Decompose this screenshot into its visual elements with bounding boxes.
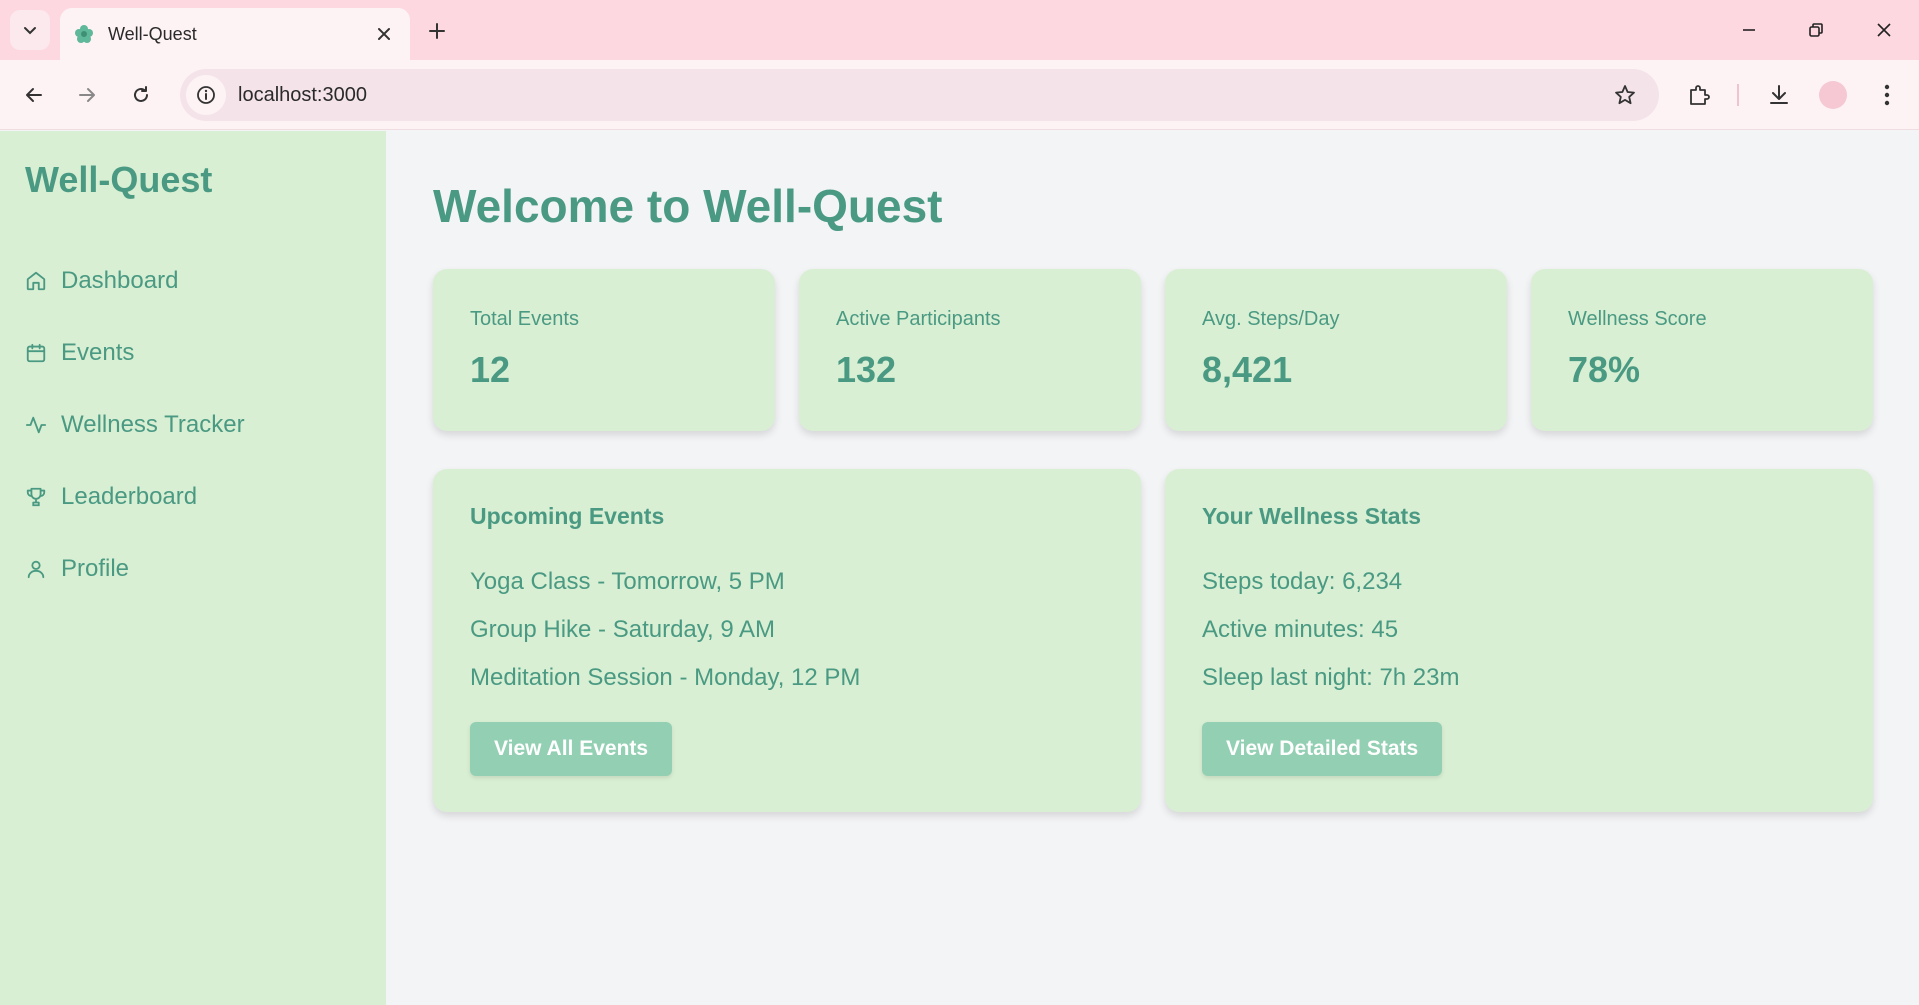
sidebar-item-label: Wellness Tracker <box>61 411 245 438</box>
stat-value: 8,421 <box>1202 349 1293 390</box>
reload-icon <box>134 86 148 102</box>
browser-tab-strip: Well-Quest <box>0 0 1919 60</box>
stat-label: Avg. Steps/Day <box>1202 308 1340 330</box>
stat-label: Wellness Score <box>1568 308 1707 330</box>
sidebar-item-label: Dashboard <box>61 267 179 294</box>
event-item: Meditation Session - Monday, 12 PM <box>470 664 861 691</box>
stat-value: 132 <box>836 349 897 390</box>
profile-button[interactable] <box>1813 75 1853 115</box>
trophy-icon <box>26 487 46 507</box>
event-item: Yoga Class - Tomorrow, 5 PM <box>470 568 785 595</box>
stat-card-avg-steps: Avg. Steps/Day 8,421 <box>1165 269 1507 431</box>
browser-toolbar: localhost:3000 <box>0 60 1919 130</box>
view-all-events-button[interactable]: View All Events <box>470 722 673 776</box>
sidebar-item-profile[interactable]: Profile <box>25 549 129 589</box>
sidebar-item-dashboard[interactable]: Dashboard <box>25 261 178 301</box>
user-icon <box>27 560 45 579</box>
address-bar[interactable]: localhost:3000 <box>180 69 1659 121</box>
close-icon <box>1877 23 1891 37</box>
event-item: Group Hike - Saturday, 9 AM <box>470 616 776 643</box>
restore-icon <box>1809 23 1823 37</box>
downloads-button[interactable] <box>1759 75 1799 115</box>
panel-title: Your Wellness Stats <box>1202 503 1421 529</box>
wellness-stats-panel: Your Wellness Stats Steps today: 6,234 A… <box>1165 469 1873 812</box>
browser-tab[interactable]: Well-Quest <box>60 8 410 60</box>
more-vertical-icon <box>1884 84 1890 106</box>
tab-title: Well-Quest <box>108 23 197 44</box>
home-icon <box>26 271 46 291</box>
plus-icon <box>429 23 445 39</box>
reload-button[interactable] <box>121 75 161 115</box>
main-content: Welcome to Well-Quest Total Events 12 Ac… <box>386 131 1919 1005</box>
wellness-stat-item: Sleep last night: 7h 23m <box>1202 664 1460 691</box>
minimize-icon <box>1743 29 1755 31</box>
activity-icon <box>25 416 47 434</box>
new-tab-button[interactable] <box>420 14 454 48</box>
panel-title: Upcoming Events <box>470 503 665 529</box>
avatar <box>1819 81 1847 109</box>
site-info-button[interactable] <box>186 75 226 115</box>
upcoming-events-panel: Upcoming Events Yoga Class - Tomorrow, 5… <box>433 469 1141 812</box>
stat-card-total-events: Total Events 12 <box>433 269 775 431</box>
sidebar-item-events[interactable]: Events <box>25 333 134 373</box>
stat-label: Total Events <box>470 308 579 330</box>
minimize-button[interactable] <box>1724 10 1774 50</box>
flower-icon <box>74 24 94 44</box>
menu-button[interactable] <box>1867 75 1907 115</box>
restore-button[interactable] <box>1791 10 1841 50</box>
bookmark-button[interactable] <box>1605 75 1645 115</box>
close-window-button[interactable] <box>1859 10 1909 50</box>
arrow-right-icon <box>79 88 95 102</box>
page-title: Welcome to Well-Quest <box>433 180 943 232</box>
stat-card-wellness-score: Wellness Score 78% <box>1531 269 1873 431</box>
stat-value: 12 <box>470 349 511 390</box>
sidebar: Well-Quest Dashboard Events Wellness Tra… <box>0 131 386 1005</box>
tab-search-button[interactable] <box>10 10 50 50</box>
wellness-stat-item: Active minutes: 45 <box>1202 616 1399 643</box>
puzzle-icon <box>1690 85 1710 105</box>
sidebar-item-wellness-tracker[interactable]: Wellness Tracker <box>25 405 245 445</box>
sidebar-item-label: Events <box>61 339 135 366</box>
arrow-left-icon <box>26 88 42 102</box>
stat-card-active-participants: Active Participants 132 <box>799 269 1141 431</box>
stat-label: Active Participants <box>836 308 1001 330</box>
back-button[interactable] <box>14 75 54 115</box>
extensions-button[interactable] <box>1679 75 1719 115</box>
info-icon <box>197 86 215 104</box>
brand-logo[interactable]: Well-Quest <box>25 159 212 201</box>
toolbar-divider <box>1737 84 1739 106</box>
download-icon <box>1770 85 1788 104</box>
star-icon <box>1615 85 1635 105</box>
sidebar-item-label: Leaderboard <box>61 483 198 510</box>
view-detailed-stats-button[interactable]: View Detailed Stats <box>1202 722 1443 776</box>
chevron-down-icon <box>24 27 36 35</box>
forward-button[interactable] <box>67 75 107 115</box>
sidebar-item-label: Profile <box>61 555 130 582</box>
close-icon[interactable] <box>372 22 396 46</box>
sidebar-item-leaderboard[interactable]: Leaderboard <box>25 477 197 517</box>
calendar-icon <box>26 343 46 363</box>
url-text[interactable]: localhost:3000 <box>238 84 1605 107</box>
stat-value: 78% <box>1568 349 1641 390</box>
wellness-stat-item: Steps today: 6,234 <box>1202 568 1403 595</box>
